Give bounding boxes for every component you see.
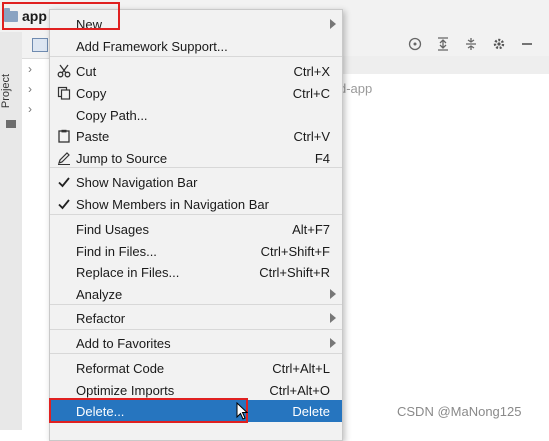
menu-item-shortcut: F4 [314, 151, 330, 166]
highlight-box-delete [49, 398, 248, 423]
menu-item-find-in-files[interactable]: Find in Files... Ctrl+Shift+F [50, 240, 342, 262]
submenu-arrow-icon [330, 313, 336, 323]
menu-item-add-to-favorites[interactable]: Add to Favorites [50, 332, 342, 354]
menu-item-shortcut: Ctrl+Alt+L [272, 361, 330, 376]
check-icon [56, 174, 72, 190]
menu-item-analyze[interactable]: Analyze [50, 283, 342, 305]
menu-item-cut[interactable]: Cut Ctrl+X [50, 60, 342, 82]
project-tab-label: Project [0, 73, 13, 109]
submenu-arrow-icon [330, 338, 336, 348]
scissors-icon [56, 63, 72, 79]
menu-item-shortcut: Ctrl+Shift+F [260, 244, 330, 259]
clipboard-icon [56, 128, 72, 144]
menu-item-label: Cut [76, 64, 97, 79]
menu-item-shortcut: Delete [292, 404, 330, 419]
menu-item-label: Find in Files... [76, 244, 157, 259]
tree-expander-icon[interactable]: › [28, 102, 32, 116]
expand-icon[interactable] [435, 36, 451, 52]
menu-item-jump-to-source[interactable]: Jump to Source F4 [50, 147, 342, 169]
check-icon [56, 196, 72, 212]
tree-expander-icon[interactable]: › [28, 82, 32, 96]
menu-item-shortcut: Ctrl+V [293, 129, 330, 144]
menu-item-reformat-code[interactable]: Reformat Code Ctrl+Alt+L [50, 357, 342, 379]
mouse-cursor-icon [236, 402, 248, 420]
menu-item-find-usages[interactable]: Find Usages Alt+F7 [50, 218, 342, 240]
pencil-icon [56, 150, 72, 166]
tree-expander-icon[interactable]: › [28, 62, 32, 76]
menu-item-add-framework-support[interactable]: Add Framework Support... [50, 35, 342, 57]
menu-item-shortcut: Ctrl+C [292, 86, 330, 101]
highlight-box-breadcrumb [2, 2, 120, 30]
context-menu: New Add Framework Support... Cut Ctrl+X Copy… [49, 9, 343, 441]
menu-item-label: Copy Path... [76, 108, 148, 123]
copy-icon [56, 85, 72, 101]
menu-item-shortcut: Alt+F7 [292, 222, 330, 237]
menu-item-shortcut: Ctrl+Shift+R [259, 265, 330, 280]
menu-item-label: Paste [76, 129, 110, 144]
menu-item-label: Find Usages [76, 222, 149, 237]
menu-item-label: Show Members in Navigation Bar [76, 197, 269, 212]
target-icon[interactable] [407, 36, 423, 52]
menu-item-label: Copy [76, 86, 107, 101]
gear-icon[interactable] [491, 36, 507, 52]
minimize-icon[interactable] [519, 36, 535, 52]
project-path-text: d-app [339, 81, 373, 96]
menu-item-label: Add to Favorites [76, 336, 171, 351]
menu-item-shortcut: Ctrl+X [293, 64, 330, 79]
left-tool-strip: Project [0, 32, 23, 430]
project-view-icon [32, 38, 48, 52]
submenu-arrow-icon [330, 19, 336, 29]
menu-item-copy[interactable]: Copy Ctrl+C [50, 82, 342, 104]
menu-item-label: Replace in Files... [76, 265, 180, 280]
project-tool-tab[interactable]: Project [0, 70, 19, 116]
menu-item-label: Optimize Imports [76, 383, 175, 398]
menu-item-copy-path[interactable]: Copy Path... [50, 104, 342, 126]
menu-item-replace-in-files[interactable]: Replace in Files... Ctrl+Shift+R [50, 261, 342, 283]
submenu-arrow-icon [330, 289, 336, 299]
menu-separator [50, 329, 342, 330]
panel-toolbar [407, 36, 535, 52]
menu-item-show-navigation-bar[interactable]: Show Navigation Bar [50, 171, 342, 193]
menu-item-label: Jump to Source [76, 151, 168, 166]
menu-item-shortcut: Ctrl+Alt+O [269, 383, 330, 398]
menu-item-label: Analyze [76, 287, 123, 302]
menu-item-show-members-in-navigation-bar[interactable]: Show Members in Navigation Bar [50, 193, 342, 215]
collapse-icon[interactable] [463, 36, 479, 52]
menu-item-refactor[interactable]: Refactor [50, 307, 342, 329]
folder-small-icon [6, 120, 16, 128]
menu-item-label: Reformat Code [76, 361, 165, 376]
menu-item-paste[interactable]: Paste Ctrl+V [50, 125, 342, 147]
watermark: CSDN @MaNong125 [397, 404, 522, 419]
menu-item-label: Refactor [76, 311, 126, 326]
menu-item-label: Add Framework Support... [76, 39, 228, 54]
menu-item-label: Show Navigation Bar [76, 175, 198, 190]
